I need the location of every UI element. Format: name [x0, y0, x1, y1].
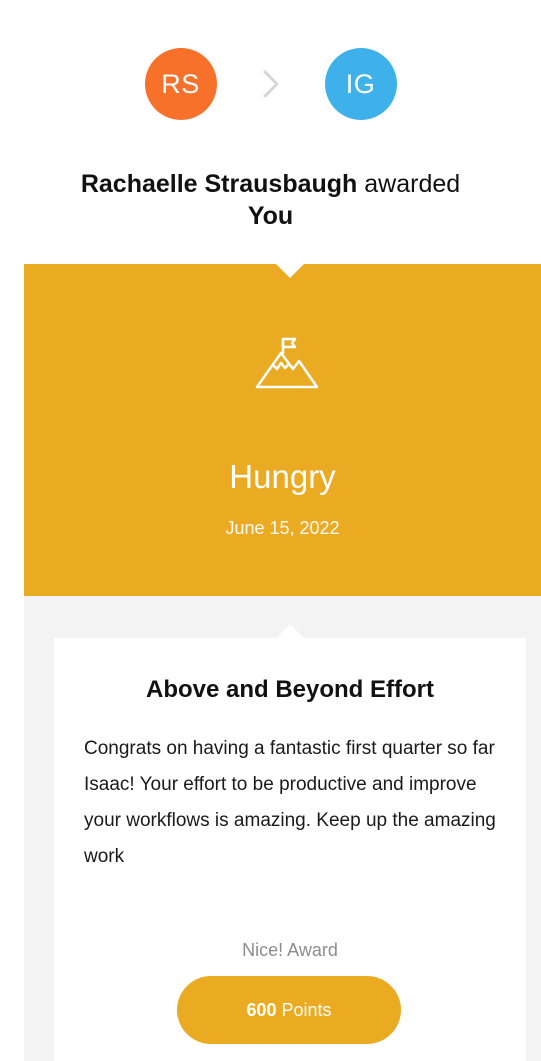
award-name: Hungry: [229, 458, 336, 495]
giver-avatar[interactable]: RS: [144, 48, 217, 120]
card-title: Above and Beyond Effort: [145, 676, 434, 703]
card-message: Congrats on having a fantastic first qua…: [84, 738, 496, 867]
headline-verb: awarded: [364, 170, 461, 198]
receiver-avatar[interactable]: IG: [324, 48, 397, 120]
award-type-label: Nice! Award: [242, 940, 338, 960]
receiver-initials: IG: [345, 68, 376, 99]
points-unit: Points: [281, 999, 332, 1020]
banner-notch: [276, 264, 304, 278]
chevron-right-icon: [217, 69, 325, 99]
giver-name[interactable]: Rachaelle Strausbaugh: [81, 170, 357, 198]
points-value: 600: [246, 999, 277, 1020]
award-banner: [24, 264, 541, 596]
mountain-flag-icon: [253, 335, 321, 393]
award-date: June 15, 2022: [225, 518, 340, 538]
giver-initials: RS: [161, 68, 200, 99]
card-notch: [276, 624, 304, 638]
receiver-label: You: [247, 202, 294, 230]
award-detail-page: RS IG Rachaelle Strausbaugh awarded You …: [0, 0, 541, 1061]
award-headline: Rachaelle Strausbaugh awarded You: [0, 168, 541, 232]
points-button[interactable]: 600 Points: [177, 976, 401, 1044]
giver-receiver-row: RS IG: [0, 48, 541, 120]
